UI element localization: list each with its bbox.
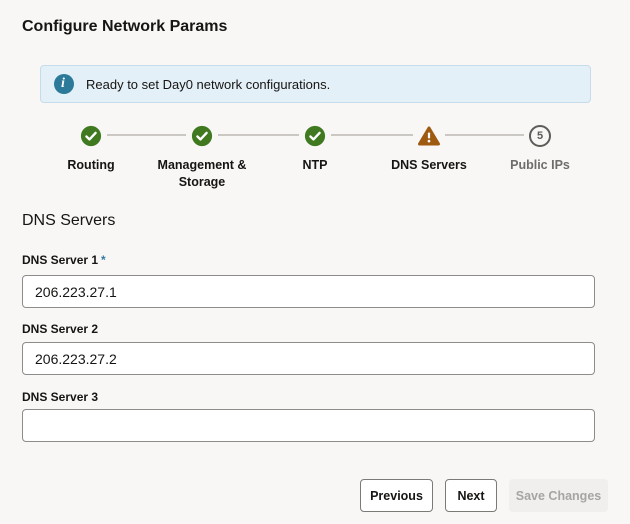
- step-label-dns-servers[interactable]: DNS Servers: [374, 157, 484, 174]
- step-number-badge: 5: [529, 125, 551, 147]
- warning-triangle-icon: [417, 125, 441, 147]
- next-button[interactable]: Next: [445, 479, 497, 512]
- page-title: Configure Network Params: [22, 18, 227, 36]
- check-icon: [304, 125, 326, 147]
- dns-server-3-input[interactable]: [22, 409, 595, 442]
- stepper-connector: [331, 134, 413, 136]
- info-banner-message: Ready to set Day0 network configurations…: [86, 77, 330, 92]
- step-dns-servers-warning-icon[interactable]: [417, 124, 441, 148]
- dns-server-1-input[interactable]: [22, 275, 595, 308]
- configure-network-params-dialog: { "title": "Configure Network Params", "…: [0, 0, 630, 524]
- required-asterisk: *: [101, 253, 106, 267]
- step-routing-complete-icon[interactable]: [79, 124, 103, 148]
- previous-button[interactable]: Previous: [360, 479, 433, 512]
- step-label-ntp[interactable]: NTP: [260, 157, 370, 174]
- step-management-storage-complete-icon[interactable]: [190, 124, 214, 148]
- step-label-management-storage[interactable]: Management & Storage: [147, 157, 257, 191]
- step-label-public-ips[interactable]: Public IPs: [485, 157, 595, 174]
- step-label-routing[interactable]: Routing: [36, 157, 146, 174]
- step-public-ips-number-icon[interactable]: 5: [528, 124, 552, 148]
- section-heading-dns-servers: DNS Servers: [22, 212, 115, 230]
- dns-server-2-label: DNS Server 2: [22, 322, 98, 336]
- stepper-connector: [107, 134, 186, 136]
- step-ntp-complete-icon[interactable]: [303, 124, 327, 148]
- info-banner: i Ready to set Day0 network configuratio…: [40, 65, 591, 103]
- info-icon: i: [54, 74, 74, 94]
- dns-server-1-label-text: DNS Server 1: [22, 253, 98, 267]
- check-icon: [80, 125, 102, 147]
- stepper-connector: [218, 134, 299, 136]
- stepper-connector: [445, 134, 524, 136]
- dns-server-2-input[interactable]: [22, 342, 595, 375]
- dns-server-3-label: DNS Server 3: [22, 390, 98, 404]
- dns-server-1-label: DNS Server 1*: [22, 253, 106, 267]
- check-icon: [191, 125, 213, 147]
- save-changes-button[interactable]: Save Changes: [509, 479, 608, 512]
